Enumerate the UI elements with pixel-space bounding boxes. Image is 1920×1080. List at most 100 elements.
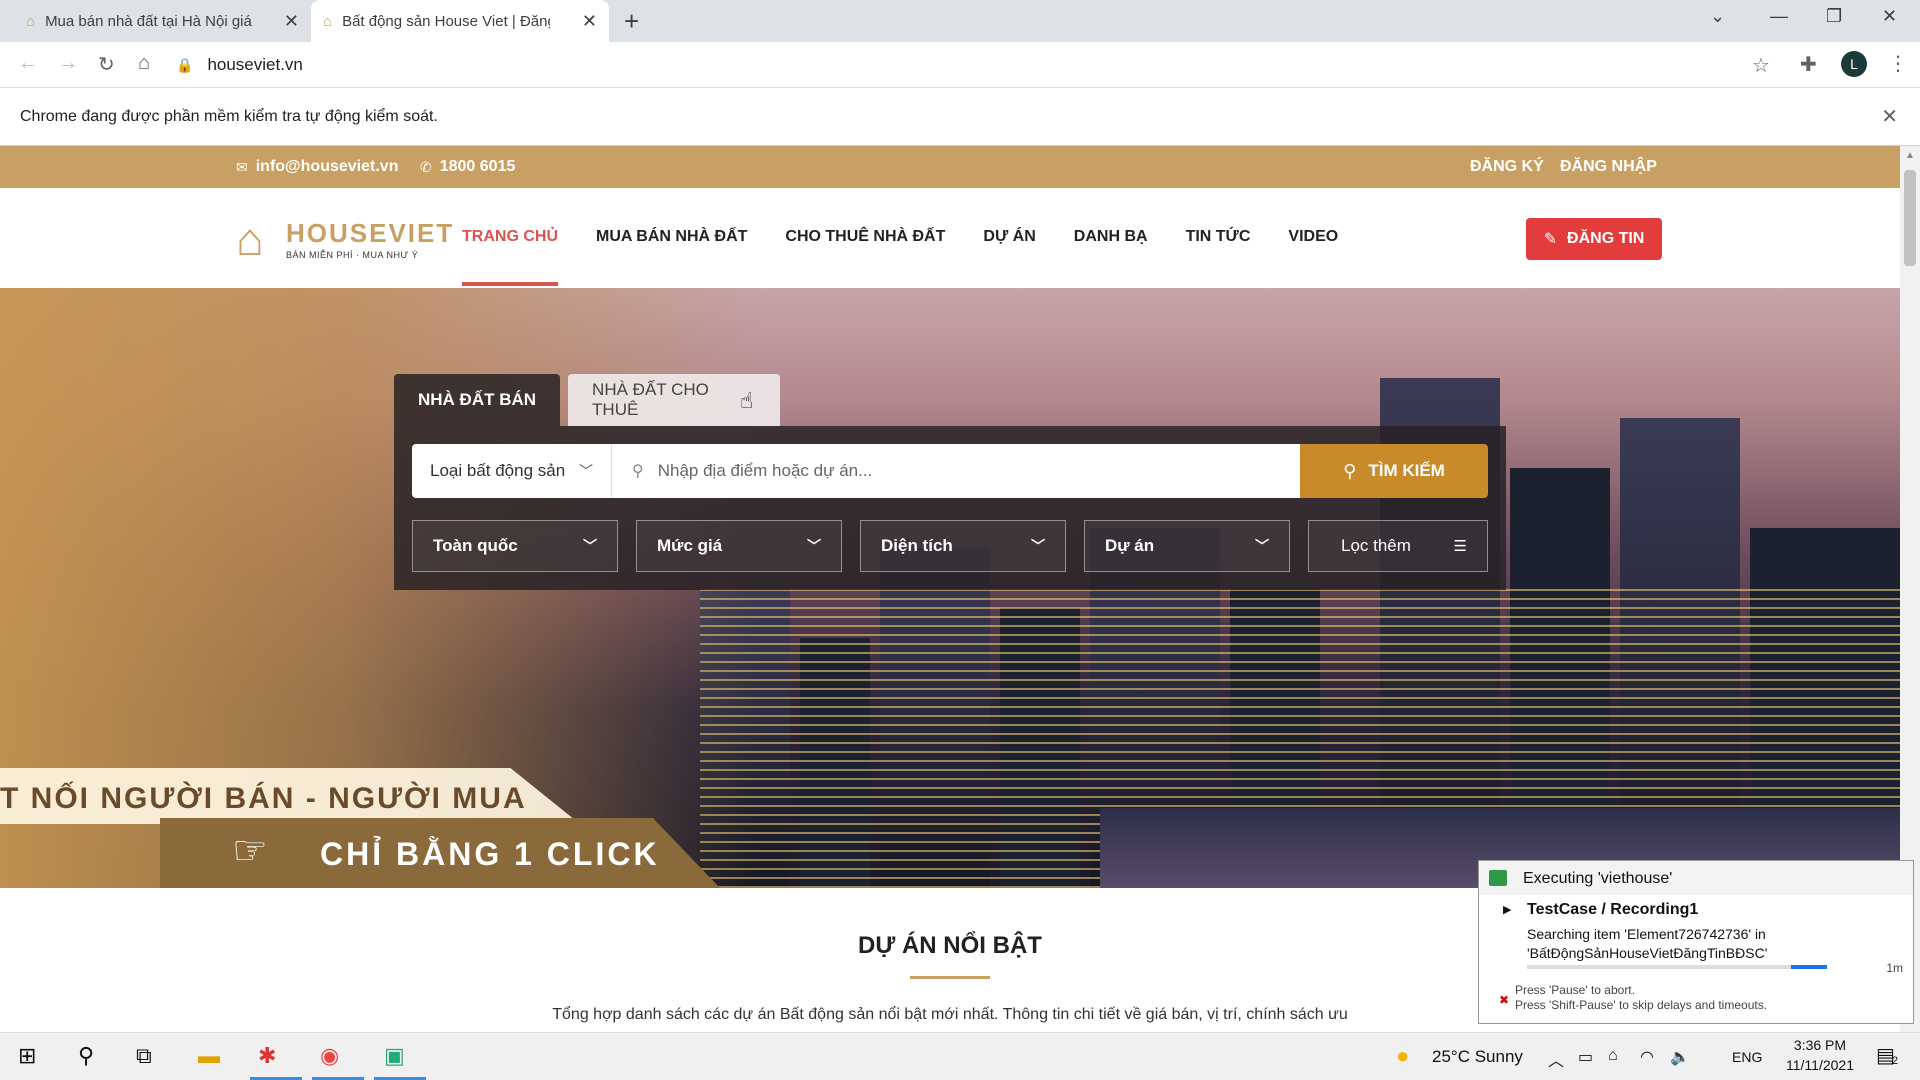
title-underline <box>910 976 990 979</box>
clock[interactable]: 3:36 PM 11/11/2021 <box>1772 1037 1868 1073</box>
slogan-line-2: ☞ CHỈ BẰNG 1 CLICK <box>160 818 720 888</box>
close-tab-icon[interactable]: ✕ <box>284 11 299 32</box>
expand-triangle-icon[interactable]: ▶ <box>1503 903 1511 916</box>
site-top-strip: ✉ info@houseviet.vn ✆ 1800 6015 ĐĂNG KÝ … <box>0 146 1900 188</box>
browser-tab-active[interactable]: ⌂ Bất động sản House Viet | Đăng t ✕ <box>311 0 609 42</box>
location-search-field[interactable]: ⚲ <box>612 444 1300 498</box>
edit-icon: ✎ <box>1543 231 1558 248</box>
menu-item-directory[interactable]: DANH BẠ <box>1074 228 1148 246</box>
close-tab-icon[interactable]: ✕ <box>582 11 597 32</box>
contact-phone[interactable]: ✆ 1800 6015 <box>420 158 515 176</box>
profile-avatar[interactable]: L <box>1841 51 1867 77</box>
battery-icon[interactable]: ▭ <box>1578 1047 1593 1067</box>
contact-email-text: info@houseviet.vn <box>255 158 399 175</box>
maximize-icon[interactable]: ❐ <box>1826 6 1842 27</box>
filter-location[interactable]: Toàn quốc ﹀ <box>412 520 618 572</box>
task-view-icon[interactable]: ⧉ <box>136 1043 152 1069</box>
slogan-line-2-text: CHỈ BẰNG 1 CLICK <box>320 836 660 872</box>
search-tabs: NHÀ ĐẤT BÁN NHÀ ĐẤT CHO THUÊ <box>394 374 788 426</box>
close-infobar-icon[interactable]: ✕ <box>1881 104 1898 129</box>
login-link[interactable]: ĐĂNG NHẬP <box>1560 158 1657 176</box>
more-filters-button[interactable]: Lọc thêm ☰ <box>1308 520 1488 572</box>
filter-project[interactable]: Dự án ﹀ <box>1084 520 1290 572</box>
search-button[interactable]: ⚲ TÌM KIẾM <box>1300 444 1488 498</box>
chrome-icon[interactable]: ◉ <box>320 1043 339 1069</box>
weather-text[interactable]: 25°C Sunny <box>1432 1047 1523 1067</box>
menu-item-projects[interactable]: DỰ ÁN <box>983 228 1035 246</box>
menu-item-video[interactable]: VIDEO <box>1288 228 1338 246</box>
main-navigation: ⌂ HOUSEVIET BÁN MIỄN PHÍ · MUA NHƯ Ý TRA… <box>0 188 1900 288</box>
menu-item-news[interactable]: TIN TỨC <box>1186 228 1251 246</box>
reload-icon[interactable]: ↻ <box>98 52 115 77</box>
katalon-duration: 1m <box>1886 961 1903 975</box>
post-listing-label: ĐĂNG TIN <box>1567 230 1645 247</box>
katalon-header: Executing 'viethouse' <box>1479 861 1913 895</box>
katalon-status-line-2: 'BấtĐộngSảnHouseVietĐăngTinBĐSC' <box>1527 945 1768 961</box>
property-type-select[interactable]: Loại bất động sản ﹀ <box>412 444 612 498</box>
language-indicator[interactable]: ENG <box>1732 1049 1762 1065</box>
extensions-icon[interactable]: ✚ <box>1800 52 1817 77</box>
katalon-execution-popup: Executing 'viethouse' ▶ TestCase / Recor… <box>1478 860 1914 1024</box>
pointing-hand-icon: ☞ <box>232 829 268 873</box>
chevron-down-icon: ﹀ <box>579 463 593 479</box>
menu-item-home[interactable]: TRANG CHỦ <box>462 228 558 286</box>
wifi-icon[interactable]: ◠ <box>1640 1047 1654 1067</box>
search-icon: ⚲ <box>632 463 644 480</box>
browser-tab-bar: ⌂ Mua bán nhà đất tại Hà Nội giá r ✕ ⌂ B… <box>0 0 1920 42</box>
mail-icon: ✉ <box>236 158 248 175</box>
katalon-play-icon <box>1489 870 1507 886</box>
location-search-input[interactable] <box>657 461 1258 481</box>
contact-phone-text: 1800 6015 <box>439 158 516 175</box>
clock-date: 11/11/2021 <box>1786 1057 1854 1073</box>
more-filters-label: Lọc thêm <box>1341 536 1411 555</box>
abort-x-icon: ✖ <box>1499 993 1510 1007</box>
site-logo[interactable]: ⌂ HOUSEVIET BÁN MIỄN PHÍ · MUA NHƯ Ý <box>236 212 452 266</box>
post-listing-button[interactable]: ✎ ĐĂNG TIN <box>1526 218 1662 260</box>
tray-chevron-icon[interactable]: ︿ <box>1548 1047 1564 1071</box>
notification-count: 2 <box>1892 1055 1899 1067</box>
weather-sun-icon[interactable]: ● <box>1396 1043 1409 1069</box>
chevron-down-icon: ﹀ <box>583 538 597 554</box>
katalon-status-line-1: Searching item 'Element726742736' in <box>1527 926 1766 942</box>
minimize-icon[interactable]: — <box>1770 6 1788 27</box>
new-tab-icon[interactable]: + <box>624 6 639 37</box>
filter-area[interactable]: Diện tích ﹀ <box>860 520 1066 572</box>
close-window-icon[interactable]: ✕ <box>1882 6 1897 27</box>
register-link[interactable]: ĐĂNG KÝ <box>1470 158 1544 176</box>
tab-for-sale[interactable]: NHÀ ĐẤT BÁN <box>394 374 561 426</box>
app-window-icon[interactable]: ▣ <box>384 1043 405 1069</box>
volume-icon[interactable]: 🔈 <box>1670 1047 1690 1067</box>
tab-title: Bất động sản House Viet | Đăng t <box>342 12 551 30</box>
chevron-down-icon: ﹀ <box>807 538 821 554</box>
url-field[interactable]: 🔒 houseviet.vn <box>176 48 1786 82</box>
windows-start-icon[interactable]: ⊞ <box>18 1043 36 1069</box>
site-favicon-icon: ⌂ <box>26 12 36 30</box>
logo-name: HOUSEVIET <box>286 218 455 248</box>
sliders-icon: ☰ <box>1453 538 1467 555</box>
back-icon[interactable]: ← <box>18 52 38 75</box>
scroll-up-icon[interactable]: ▲ <box>1905 150 1915 161</box>
forward-icon[interactable]: → <box>58 52 78 75</box>
phone-icon: ✆ <box>420 158 432 175</box>
file-explorer-icon[interactable]: ▬ <box>198 1043 220 1069</box>
scrollbar-thumb[interactable] <box>1904 170 1916 266</box>
filter-price[interactable]: Mức giá ﹀ <box>636 520 842 572</box>
address-bar: ← → ↻ ⌂ 🔒 houseviet.vn ☆ ✚ L ⋮ <box>0 42 1920 88</box>
tab-search-icon[interactable]: ⌄ <box>1710 6 1725 27</box>
menu-item-sale[interactable]: MUA BÁN NHÀ ĐẤT <box>596 228 747 246</box>
network-icon[interactable]: ⌂ <box>1608 1047 1618 1065</box>
katalon-recorder-icon[interactable]: ✱ <box>258 1043 276 1069</box>
menu-item-rent[interactable]: CHO THUÊ NHÀ ĐẤT <box>785 228 945 246</box>
contact-email[interactable]: ✉ info@houseviet.vn <box>236 158 398 176</box>
filter-location-label: Toàn quốc <box>433 536 518 555</box>
search-panel: Loại bất động sản ﹀ ⚲ ⚲ TÌM KIẾM Toàn qu… <box>394 426 1506 590</box>
home-icon[interactable]: ⌂ <box>138 52 150 75</box>
browser-menu-icon[interactable]: ⋮ <box>1888 51 1908 76</box>
browser-tab[interactable]: ⌂ Mua bán nhà đất tại Hà Nội giá r ✕ <box>14 0 311 42</box>
main-menu: TRANG CHỦ MUA BÁN NHÀ ĐẤT CHO THUÊ NHÀ Đ… <box>462 228 1376 286</box>
filter-price-label: Mức giá <box>657 536 723 555</box>
property-type-label: Loại bất động sản <box>430 461 566 480</box>
search-icon[interactable]: ⚲ <box>78 1043 94 1069</box>
bookmark-star-icon[interactable]: ☆ <box>1752 53 1770 78</box>
katalon-hints: Press 'Pause' to abort. Press 'Shift-Pau… <box>1515 983 1767 1013</box>
